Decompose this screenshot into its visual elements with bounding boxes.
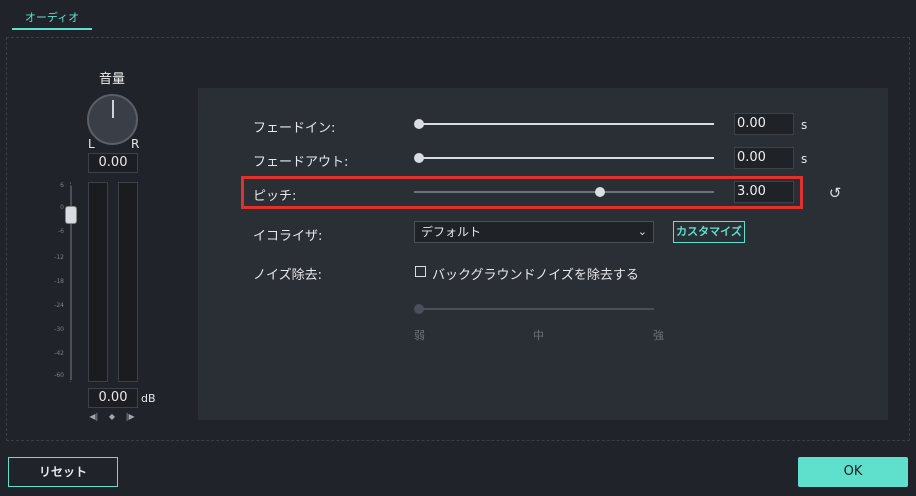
pan-right-label: R [131, 137, 140, 151]
level-meter-right [118, 182, 138, 382]
pan-left-label: L [88, 137, 95, 151]
noise-mark-high: 強 [653, 329, 664, 342]
pan-value-input[interactable]: 0.00 [88, 153, 138, 173]
pitch-slider-track[interactable] [414, 191, 714, 193]
pitch-label: ピッチ: [253, 189, 297, 204]
scale-tick: -18 [54, 278, 64, 285]
db-unit-label: dB [141, 392, 156, 405]
fade-in-label: フェードイン: [253, 121, 336, 136]
fade-in-value-input[interactable]: 0.00 [734, 113, 794, 135]
ok-button[interactable]: OK [798, 457, 908, 487]
fade-out-value-input[interactable]: 0.00 [734, 147, 794, 169]
volume-fader-handle[interactable] [65, 206, 77, 224]
scale-tick: -30 [54, 326, 64, 333]
scale-tick: 6 [60, 182, 64, 189]
chevron-down-icon: ⌄ [637, 225, 647, 238]
volume-db-input[interactable]: 0.00 [88, 388, 138, 408]
pitch-value-input[interactable]: 3.00 [734, 181, 794, 203]
fade-in-unit: s [801, 118, 808, 132]
scale-tick: -60 [54, 372, 64, 379]
settings-panel [198, 88, 888, 420]
fade-out-label: フェードアウト: [253, 155, 349, 170]
volume-title: 音量 [98, 72, 125, 87]
fade-out-slider-track[interactable] [419, 157, 714, 159]
balance-right-icon[interactable]: |▶ [126, 412, 135, 421]
noise-level-slider-handle[interactable] [414, 304, 424, 314]
scale-tick: -6 [58, 228, 64, 235]
fade-in-slider-handle[interactable] [414, 119, 424, 129]
balance-controls: ◀| ◆ |▶ [84, 410, 140, 422]
scale-tick: -24 [54, 302, 64, 309]
scale-tick: 0 [60, 204, 64, 211]
noise-level-slider-track[interactable] [418, 308, 654, 310]
tab-active-underline [12, 28, 92, 30]
pan-knob-indicator [112, 100, 114, 118]
noise-mark-mid: 中 [533, 329, 544, 342]
fade-in-slider-track[interactable] [419, 123, 714, 125]
fade-out-slider-handle[interactable] [414, 153, 424, 163]
noise-removal-checkbox[interactable] [415, 266, 426, 277]
pitch-slider-handle[interactable] [595, 187, 605, 197]
level-meter-left [88, 182, 108, 382]
equalizer-select[interactable]: デフォルト ⌄ [414, 221, 654, 243]
scale-tick: -12 [54, 254, 64, 261]
reset-button[interactable]: リセット [8, 457, 118, 487]
balance-left-icon[interactable]: ◀| [89, 412, 98, 421]
balance-center-icon[interactable]: ◆ [109, 412, 115, 421]
equalizer-label: イコライザ: [253, 229, 323, 244]
scale-tick: -42 [54, 350, 64, 357]
refresh-icon[interactable]: ↺ [826, 184, 844, 202]
customize-button[interactable]: カスタマイズ [673, 221, 745, 243]
tab-audio[interactable]: オーディオ [12, 6, 92, 30]
equalizer-selected-value: デフォルト [421, 225, 482, 239]
noise-mark-low: 弱 [414, 329, 425, 342]
noise-removal-checkbox-label[interactable]: バックグラウンドノイズを除去する [432, 264, 639, 283]
noise-removal-label: ノイズ除去: [253, 268, 322, 283]
fade-out-unit: s [801, 152, 808, 166]
